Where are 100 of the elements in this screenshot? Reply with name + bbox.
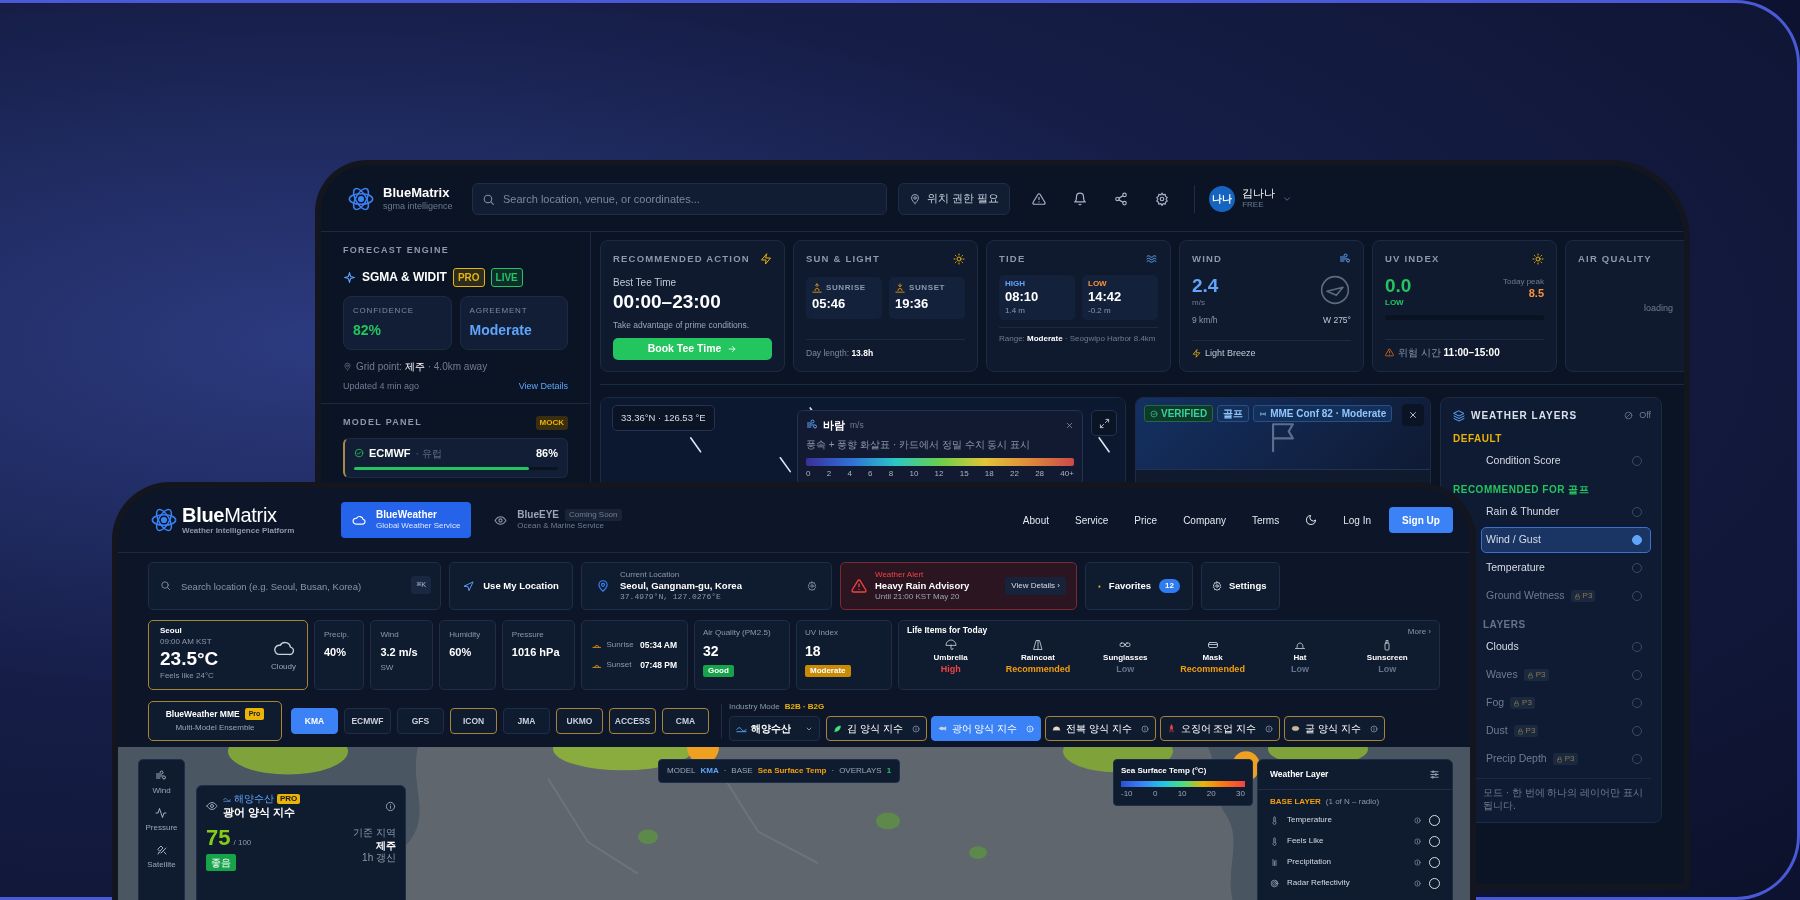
- wind-direction: W 275°: [1323, 314, 1351, 327]
- more-link[interactable]: More ›: [1407, 626, 1431, 638]
- index-chip[interactable]: 굴 양식 지수: [1284, 716, 1385, 741]
- close-icon: [1408, 410, 1418, 420]
- radar-icon: [1270, 878, 1279, 888]
- ensemble-name: BlueWeather MME: [165, 707, 240, 721]
- warning-icon[interactable]: [1031, 191, 1046, 206]
- map-tool-button[interactable]: Wind: [152, 770, 171, 797]
- tide-time: 08:10: [1005, 289, 1040, 306]
- layer-option[interactable]: Condition Score: [1481, 448, 1651, 474]
- rating-text: Low: [1290, 664, 1309, 676]
- moon-icon[interactable]: [1305, 514, 1318, 526]
- layer-option[interactable]: Waves P3: [1481, 662, 1651, 688]
- metric-label: Humidity: [449, 630, 482, 640]
- layer-option[interactable]: Temperature: [1481, 555, 1651, 581]
- settings-icon: [1212, 581, 1222, 591]
- wave-icon: [223, 795, 231, 804]
- info-icon[interactable]: [1414, 816, 1421, 824]
- info-icon[interactable]: [1265, 724, 1274, 733]
- info-icon[interactable]: [1369, 724, 1378, 733]
- tide-range-text: Range: Moderate · Seogwipo Harbor 8.4km: [999, 332, 1157, 344]
- service-tab[interactable]: BlueEYE Coming Soon Ocean & Marine Service: [483, 502, 633, 538]
- layer-option[interactable]: Precip Depth P3: [1481, 746, 1651, 772]
- nav-link[interactable]: Terms: [1251, 512, 1280, 528]
- lock-badge: P3: [1513, 725, 1539, 737]
- model-tab[interactable]: JMA: [503, 708, 550, 734]
- info-icon[interactable]: [1414, 858, 1421, 866]
- ensemble-subtitle: Multi-Model Ensemble: [175, 722, 255, 735]
- condition-text: Cloudy: [271, 661, 296, 673]
- layer-option[interactable]: Wind / Gust: [1481, 527, 1651, 553]
- model-tab[interactable]: ECMWF: [344, 708, 391, 734]
- sliders-icon[interactable]: [1429, 769, 1440, 780]
- tide-height: -0.2 m: [1088, 305, 1112, 316]
- model-row[interactable]: ECMWF · 유럽 86%: [343, 438, 568, 478]
- layer-option[interactable]: Dust P3: [1481, 718, 1651, 744]
- wind-speed: 2.4: [1192, 274, 1219, 298]
- rating-text: Recommended: [1180, 664, 1245, 676]
- metric-value: 1016 hPa: [511, 646, 561, 660]
- login-link[interactable]: Log In: [1343, 512, 1371, 528]
- scale-tick: 10: [1177, 788, 1187, 800]
- region-value: 제주: [376, 839, 396, 853]
- metric-label: Wind: [380, 630, 400, 640]
- search-field[interactable]: Search location, venue, or coordinates...: [472, 182, 887, 215]
- map-tool-button[interactable]: Pressure: [145, 807, 178, 834]
- section-note: (1 of N – radio): [1325, 796, 1380, 808]
- lock-icon: [1516, 727, 1524, 735]
- radio-button[interactable]: [1632, 535, 1642, 545]
- model-tab[interactable]: UKMO: [556, 708, 603, 734]
- map-tool-button[interactable]: Satellite: [147, 844, 176, 871]
- time-label: SUNSET: [909, 282, 946, 295]
- panel-title: Weather Layer: [1270, 768, 1329, 781]
- settings-button[interactable]: Settings: [1201, 562, 1280, 610]
- section-heading: DEFAULT: [1453, 432, 1502, 446]
- location-button[interactable]: 위치 권한 필요: [898, 182, 1011, 215]
- peak-label: Today peak: [1503, 277, 1544, 288]
- uv-value: 0.0: [1385, 274, 1412, 298]
- layer-option[interactable]: Clouds: [1481, 634, 1651, 660]
- nav-link[interactable]: Price: [1134, 512, 1158, 528]
- info-icon[interactable]: [1140, 724, 1149, 733]
- tide-label: HIGH: [1005, 279, 1026, 290]
- loading-text: loading: [1644, 302, 1675, 316]
- user-name: 김나나: [1242, 186, 1276, 201]
- uv-rating: LOW: [1385, 298, 1405, 308]
- footer-note: 모드 · 한 번에 하나의 레이어만 표시됩니다.: [1483, 786, 1644, 812]
- stat-value: 82%: [353, 320, 383, 340]
- layer-option[interactable]: Rain & Thunder: [1481, 499, 1651, 525]
- index-title: 광어 양식 지수: [223, 805, 297, 820]
- info-icon[interactable]: [1414, 837, 1421, 845]
- use-location-button[interactable]: Use My Location: [449, 562, 573, 610]
- off-icon: [1624, 411, 1634, 420]
- nav-link[interactable]: Company: [1183, 512, 1226, 528]
- category-label: 해양수산: [234, 793, 274, 806]
- logo-title: BlueMatrix: [383, 184, 451, 201]
- info-icon[interactable]: [385, 800, 396, 812]
- settings-icon[interactable]: [1154, 191, 1169, 206]
- tag-badge: 골프: [1217, 405, 1250, 422]
- item-label: Mask: [1202, 653, 1223, 663]
- model-tab[interactable]: GFS: [397, 708, 444, 734]
- mock-badge: MOCK: [535, 416, 568, 430]
- view-details-link[interactable]: View Details: [518, 379, 568, 393]
- arrow-right-icon: [727, 343, 738, 354]
- close-button[interactable]: [1402, 404, 1424, 426]
- layer-option[interactable]: Ground Wetness P3: [1481, 583, 1651, 609]
- index-chip[interactable]: 오징어 조업 지수: [1159, 716, 1281, 741]
- share-icon[interactable]: [1113, 191, 1128, 206]
- note-text: Take advantage of prime conditions.: [613, 319, 751, 332]
- pin-icon: [909, 192, 921, 205]
- eye-icon: [206, 800, 218, 813]
- compass-icon: [1319, 274, 1351, 307]
- legend-title: Sea Surface Temp (°C): [1121, 765, 1208, 777]
- layer-option[interactable]: Fog P3: [1481, 690, 1651, 716]
- user-avatar[interactable]: 나나: [1209, 185, 1236, 212]
- info-icon[interactable]: [1414, 879, 1421, 887]
- risk-time-text: 위험 시간 11:00–15:00: [1398, 346, 1500, 360]
- sign-up-button[interactable]: Sign Up: [1389, 507, 1453, 533]
- model-tab[interactable]: KMA: [291, 708, 338, 734]
- bell-icon[interactable]: [1072, 191, 1087, 206]
- service-tab[interactable]: BlueWeather Global Weather Service: [341, 502, 472, 538]
- section-heading: LAYERS: [1483, 618, 1526, 632]
- model-tab[interactable]: ICON: [450, 708, 497, 734]
